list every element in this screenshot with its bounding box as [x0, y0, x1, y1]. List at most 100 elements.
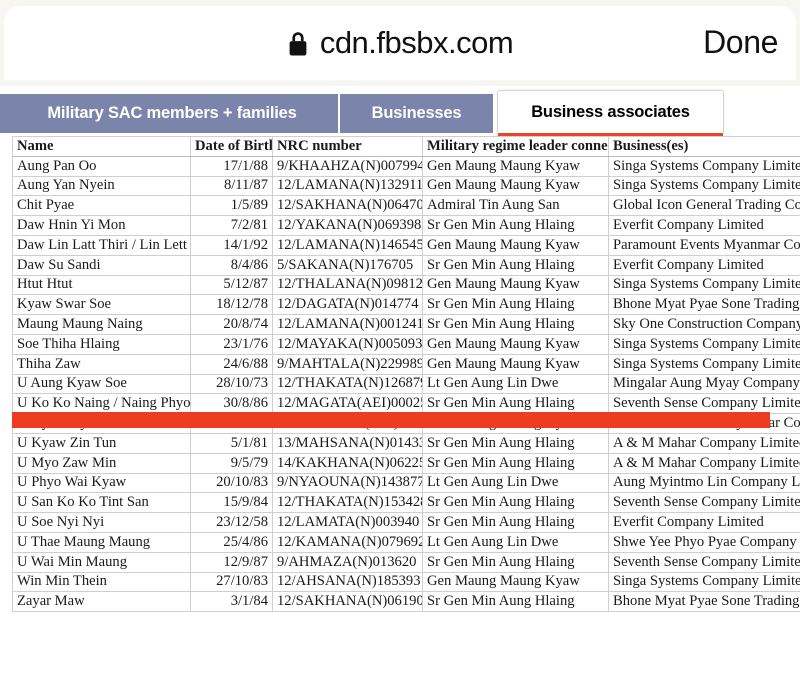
cell-nrc-number: 12/LAMATA(N)003940 [272, 512, 423, 533]
cell-date-of-birth: 14/1/92 [190, 234, 273, 256]
column-header-businesses: Business(es) [608, 136, 800, 157]
cell-businesses: Global Icon General Trading Company Limi… [608, 195, 800, 217]
cell-name: U San Ko Ko Tint San [12, 492, 191, 514]
cell-date-of-birth: 9/5/79 [190, 452, 273, 474]
cell-date-of-birth: 8/11/87 [190, 175, 273, 197]
cell-nrc-number: 12/KAMANA(N)079692 [272, 531, 423, 553]
cell-businesses: Singa Systems Company Limited [608, 571, 800, 593]
cell-date-of-birth: 3/1/84 [190, 591, 273, 613]
done-button[interactable]: Done [703, 24, 778, 61]
cell-businesses: Mingalar Aung Myay Company Limited [608, 373, 800, 395]
cell-name: U Phyo Wai Kyaw [12, 472, 191, 494]
cell-businesses: Singa Systems Company Limited [608, 175, 800, 197]
browser-chrome: cdn.fbsbx.com Done [0, 0, 800, 86]
cell-date-of-birth: 17/1/88 [190, 155, 273, 177]
cell-name: Aung Pan Oo [12, 155, 191, 177]
cell-date-of-birth: 24/6/88 [190, 353, 273, 375]
cell-date-of-birth: 27/10/83 [190, 571, 273, 593]
cell-connection: Gen Maung Maung Kyaw [422, 234, 609, 256]
table-row[interactable]: U Soe Nyi Nyi 23/12/58 12/LAMATA(N)003940 S… [12, 512, 800, 533]
cell-businesses: Paramount Events Myanmar Company Limited [608, 413, 800, 434]
table-row[interactable]: Thiha Zaw 24/6/88 9/MAHTALA(N)229989 Gen Ma… [12, 353, 800, 375]
tab-military-sac-members-families[interactable]: Military SAC members + families [0, 94, 340, 133]
table-row[interactable]: Aung Yan Nyein 8/11/87 12/LAMANA(N)132911 G… [12, 175, 800, 197]
associates-table: Name Date of Birth NRC number Military r… [12, 136, 800, 613]
table-row[interactable]: U Kyaw Kyaw Tun 22/12/09 12/LATHANA(AEI)00… [12, 413, 800, 434]
cell-connection: Sr Gen Min Aung Hlaing [422, 294, 609, 316]
cell-businesses: Sky One Construction Company Limited [608, 314, 800, 335]
cell-connection: Sr Gen Min Aung Hlaing [422, 314, 609, 335]
cell-name: Soe Thiha Hlaing [12, 333, 191, 355]
table-row[interactable]: U Thae Maung Maung 25/4/86 12/KAMANA(N)079… [12, 531, 800, 553]
cell-connection: Sr Gen Min Aung Hlaing [422, 492, 609, 514]
cell-date-of-birth: 23/1/76 [190, 333, 273, 355]
column-header-military-regime-leader-connection: Military regime leader connection [422, 136, 609, 157]
cell-name: U Soe Nyi Nyi [12, 512, 191, 533]
cell-nrc-number: 12/AHSANA(N)185393 [272, 571, 423, 593]
table-row[interactable]: U Wai Min Maung 12/9/87 9/AHMAZA(N)013620 S… [12, 551, 800, 573]
spreadsheet-area: Name Date of Birth NRC number Military r… [0, 136, 800, 687]
cell-businesses: A & M Mahar Company Limited [608, 452, 800, 474]
cell-nrc-number: 12/MAYAKA(N)005093 [272, 333, 423, 355]
cell-businesses: Seventh Sense Company Limited [608, 393, 800, 415]
cell-connection: Lt Gen Aung Lin Dwe [422, 373, 609, 395]
column-header-date-of-birth: Date of Birth [190, 136, 273, 157]
table-row[interactable]: Kyaw Swar Soe 18/12/78 12/DAGATA(N)014774 S… [12, 294, 800, 316]
cell-businesses: Singa Systems Company Limited [608, 333, 800, 355]
cell-date-of-birth: 5/1/81 [190, 432, 273, 454]
cell-name: U Kyaw Zin Tun [12, 432, 191, 454]
cell-connection: Sr Gen Min Aung Hlaing [422, 591, 609, 613]
table-row[interactable]: U Ko Ko Naing / Naing Phyo Kyaw30/8/8612… [12, 393, 800, 415]
table-row[interactable]: U Myo Zaw Min 9/5/79 14/KAKHANA(N)062256 Sr… [12, 452, 800, 474]
table-row[interactable]: Maung Maung Naing 20/8/74 12/LAMANA(N)0012… [12, 314, 800, 335]
table-row[interactable]: Daw Su Sandi 8/4/86 5/SAKANA(N)176705 Sr Ge… [12, 254, 800, 276]
cell-nrc-number: 12/SAKHANA(N)064709 [272, 195, 423, 217]
cell-name: Win Min Thein [12, 571, 191, 593]
cell-name: Daw Hnin Yi Mon [12, 215, 191, 236]
table-row[interactable]: Htut Htut 5/12/87 12/THALANA(N)098122 Gen M… [12, 274, 800, 296]
cell-date-of-birth: 18/12/78 [190, 294, 273, 316]
cell-name: U Thae Maung Maung [12, 531, 191, 553]
cell-nrc-number: 12/LATHANA(AEI)000040 [272, 413, 423, 434]
table-header-row: Name Date of Birth NRC number Military r… [12, 136, 800, 157]
cell-connection: Sr Gen Min Aung Hlaing [422, 452, 609, 474]
cell-date-of-birth: 7/2/81 [190, 215, 273, 236]
cell-nrc-number: 12/YAKANA(N)069398 [272, 215, 423, 236]
table-row[interactable]: Win Min Thein 27/10/83 12/AHSANA(N)185393 G… [12, 571, 800, 593]
cell-name: Daw Lin Latt Thiri / Lin Lett Thiri [12, 234, 191, 256]
cell-businesses: Singa Systems Company Limited [608, 274, 800, 296]
cell-connection: Sr Gen Min Aung Hlaing [422, 215, 609, 236]
table-row[interactable]: U Phyo Wai Kyaw 20/10/83 9/NYAOUNA(N)14387… [12, 472, 800, 494]
table-row[interactable]: Soe Thiha Hlaing 23/1/76 12/MAYAKA(N)00509… [12, 333, 800, 355]
table-row[interactable]: Daw Hnin Yi Mon 7/2/81 12/YAKANA(N)069398 S… [12, 215, 800, 236]
table-row[interactable]: Daw Lin Latt Thiri / Lin Lett Thiri14/1/… [12, 234, 800, 256]
tab-business-associates[interactable]: Business associates [497, 90, 724, 136]
cell-businesses: Everfit Company Limited [608, 254, 800, 276]
cell-name: Zayar Maw [12, 591, 191, 613]
cell-name: Aung Yan Nyein [12, 175, 191, 197]
cell-name: Maung Maung Naing [12, 314, 191, 335]
cell-nrc-number: 12/LAMANA(N)001241 [272, 314, 423, 335]
cell-name: Kyaw Swar Soe [12, 294, 191, 316]
cell-nrc-number: 12/LAMANA(N)132911 [272, 175, 423, 197]
table-row[interactable]: U Kyaw Zin Tun 5/1/81 13/MAHSANA(N)014337 S… [12, 432, 800, 454]
table-row[interactable]: Zayar Maw 3/1/84 12/SAKHANA(N)061904 Sr Gen… [12, 591, 800, 613]
cell-connection: Lt Gen Aung Lin Dwe [422, 531, 609, 553]
table-row[interactable]: U Aung Kyaw Soe 28/10/73 12/THAKATA(N)1268… [12, 373, 800, 395]
cell-connection: Gen Maung Maung Kyaw [422, 155, 609, 177]
cell-connection: Gen Maung Maung Kyaw [422, 274, 609, 296]
table-row[interactable]: U San Ko Ko Tint San 15/9/84 12/THAKATA(N)… [12, 492, 800, 514]
cell-connection: Gen Maung Maung Kyaw [422, 333, 609, 355]
cell-connection: Sr Gen Min Aung Hlaing [422, 512, 609, 533]
cell-nrc-number: 12/LAMANA(N)146545 [272, 234, 423, 256]
table-row[interactable]: Chit Pyae 1/5/89 12/SAKHANA(N)064709 Admira… [12, 195, 800, 217]
cell-nrc-number: 12/THAKATA(N)153428 [272, 492, 423, 514]
cell-name: U Aung Kyaw Soe [12, 373, 191, 395]
table-row[interactable]: Aung Pan Oo 17/1/88 9/KHAAHZA(N)007994 Gen … [12, 155, 800, 177]
cell-date-of-birth: 15/9/84 [190, 492, 273, 514]
cell-date-of-birth: 25/4/86 [190, 531, 273, 553]
cell-connection: Gen Maung Maung Kyaw [422, 353, 609, 375]
cell-date-of-birth: 28/10/73 [190, 373, 273, 395]
tab-businesses[interactable]: Businesses [340, 94, 495, 133]
cell-businesses: A & M Mahar Company Limited [608, 432, 800, 454]
